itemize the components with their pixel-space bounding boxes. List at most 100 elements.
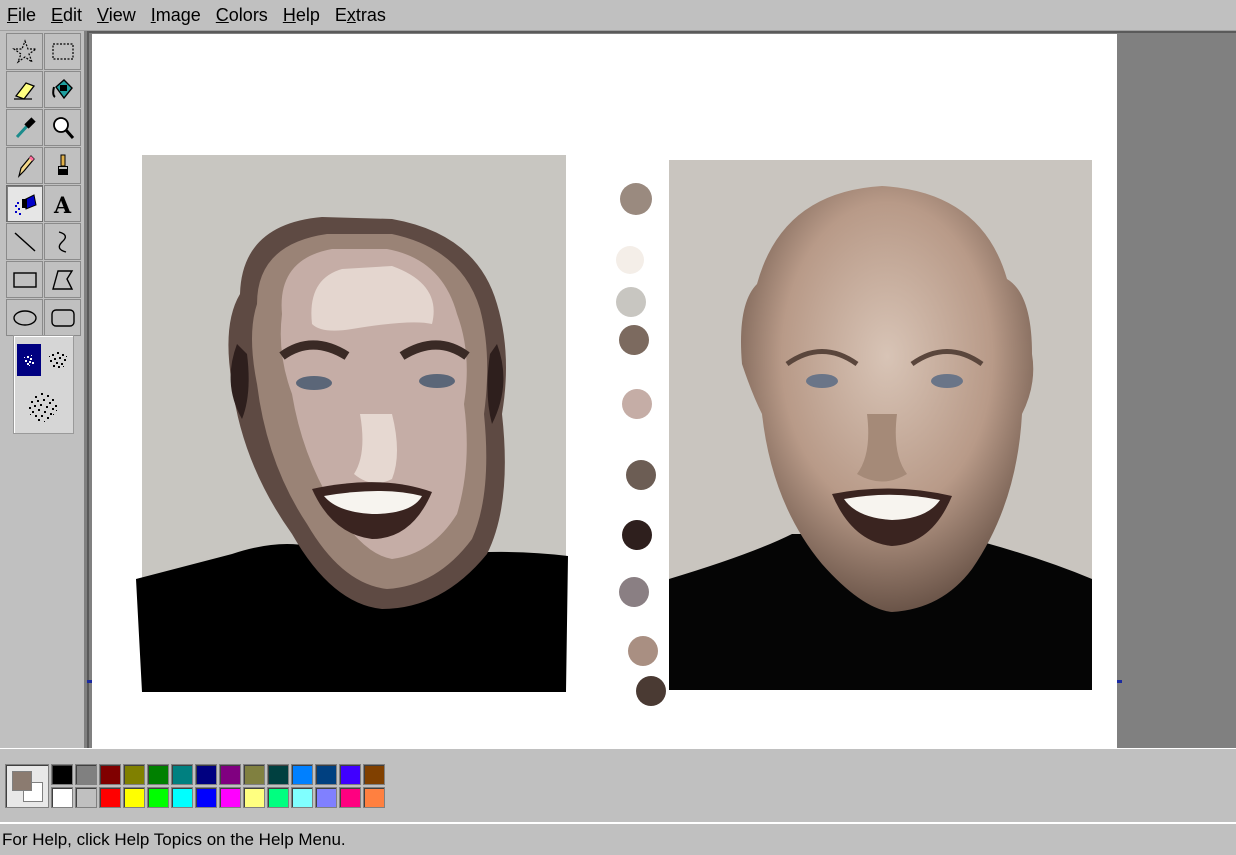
palette-swatch[interactable] (123, 764, 145, 785)
reference-photo (669, 160, 1092, 690)
menu-extras-pre: E (334, 4, 347, 25)
ellipse-tool[interactable] (6, 299, 43, 336)
toolbox: A (4, 31, 82, 751)
menu-help-accel: H (282, 4, 296, 25)
curve-tool[interactable] (44, 223, 81, 260)
rectangle-select-tool[interactable] (44, 33, 81, 70)
palette-swatch[interactable] (243, 787, 265, 808)
airbrush-size-large[interactable] (25, 388, 63, 426)
pencil-tool[interactable] (6, 147, 43, 184)
menu-colors[interactable]: Colors (216, 0, 275, 31)
current-colors[interactable] (5, 764, 49, 808)
line-tool[interactable] (6, 223, 43, 260)
text-tool[interactable]: A (44, 185, 81, 222)
palette-swatch[interactable] (171, 787, 193, 808)
status-bar: For Help, click Help Topics on the Help … (0, 822, 1236, 855)
menu-image[interactable]: Image (151, 0, 208, 31)
canvas-artwork (136, 155, 1092, 706)
palette-swatch[interactable] (219, 787, 241, 808)
palette-swatch[interactable] (51, 764, 73, 785)
palette-swatch[interactable] (339, 764, 361, 785)
brush-icon (57, 154, 68, 175)
rounded-rect-icon (50, 308, 75, 327)
palette-swatch[interactable] (99, 787, 121, 808)
brush-tool[interactable] (44, 147, 81, 184)
menu-colors-label: olors (228, 4, 268, 25)
swatch-dot-8 (619, 577, 649, 607)
rounded-rectangle-tool[interactable] (44, 299, 81, 336)
menu-colors-accel: C (215, 4, 229, 25)
drawing-canvas[interactable] (92, 34, 1117, 748)
palette-swatch[interactable] (291, 787, 313, 808)
menu-edit-accel: E (51, 4, 64, 25)
fill-tool[interactable] (44, 71, 81, 108)
palette-swatch[interactable] (51, 787, 73, 808)
menu-help-label: elp (295, 4, 320, 25)
swatch-dot-10 (636, 676, 666, 706)
spray-medium-icon (49, 352, 67, 368)
palette-swatch[interactable] (315, 764, 337, 785)
pick-color-tool[interactable] (6, 109, 43, 146)
palette-swatch[interactable] (99, 764, 121, 785)
airbrush-size-small[interactable] (17, 344, 41, 376)
svg-text:A: A (53, 193, 72, 217)
paint-bucket-icon (51, 78, 73, 99)
menu-file-label: ile (18, 4, 37, 25)
airbrush-tool[interactable] (6, 185, 43, 222)
palette-swatch[interactable] (363, 764, 385, 785)
eraser-tool[interactable] (6, 71, 43, 108)
rectangle-icon (12, 271, 37, 288)
palette-swatch[interactable] (75, 764, 97, 785)
menu-bar: File Edit View Image Colors Help Extras (0, 0, 1236, 31)
menu-extras[interactable]: Extras (335, 0, 393, 31)
swatch-dot-5 (622, 389, 652, 419)
menu-view[interactable]: View (97, 0, 143, 31)
swatch-dot-2 (616, 246, 644, 274)
polygon-icon (51, 269, 73, 290)
menu-help[interactable]: Help (283, 0, 327, 31)
palette-swatch[interactable] (219, 764, 241, 785)
menu-view-accel: V (97, 4, 109, 25)
foreground-color (12, 771, 32, 791)
dashed-rect-icon (51, 42, 74, 60)
line-icon (13, 231, 36, 252)
palette-swatch[interactable] (195, 764, 217, 785)
palette-swatch[interactable] (171, 764, 193, 785)
sampled-color-swatches (616, 183, 666, 706)
status-panel (1222, 827, 1236, 853)
polygon-tool[interactable] (44, 261, 81, 298)
menu-extras-accel: x (346, 4, 356, 25)
canvas-resize-handle-right[interactable] (1117, 680, 1122, 683)
free-form-select-tool[interactable] (6, 33, 43, 70)
palette-swatch[interactable] (147, 764, 169, 785)
menu-view-label: iew (108, 4, 136, 25)
menu-edit[interactable]: Edit (51, 0, 89, 31)
swatch-dot-7 (622, 520, 652, 550)
pencil-icon (17, 154, 35, 178)
rectangle-tool[interactable] (6, 261, 43, 298)
palette-swatch[interactable] (363, 787, 385, 808)
swatch-dot-6 (626, 460, 656, 490)
palette-swatch[interactable] (75, 787, 97, 808)
canvas-resize-handle-left[interactable] (87, 680, 92, 683)
palette-swatch[interactable] (243, 764, 265, 785)
spray-large-icon (29, 393, 57, 422)
palette-swatch[interactable] (147, 787, 169, 808)
menu-file-accel: F (7, 4, 18, 25)
menu-file[interactable]: File (7, 0, 43, 31)
palette-swatch[interactable] (267, 764, 289, 785)
status-text: For Help, click Help Topics on the Help … (2, 830, 346, 849)
palette-swatch[interactable] (267, 787, 289, 808)
palette-swatch[interactable] (315, 787, 337, 808)
airbrush-size-medium[interactable] (44, 344, 72, 376)
palette-swatch[interactable] (291, 764, 313, 785)
palette-swatch[interactable] (123, 787, 145, 808)
posterized-portrait (136, 155, 568, 692)
curve-icon (58, 230, 66, 253)
magnifier-tool[interactable] (44, 109, 81, 146)
canvas-workspace (87, 31, 1236, 748)
palette-swatch[interactable] (339, 787, 361, 808)
palette-swatch[interactable] (195, 787, 217, 808)
ellipse-icon (12, 309, 37, 326)
swatch-dot-1 (620, 183, 652, 215)
